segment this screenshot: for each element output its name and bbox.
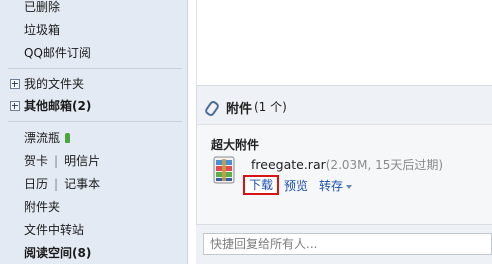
sidebar-item-file-transfer[interactable]: 文件中转站: [24, 221, 84, 239]
sidebar-divider: [8, 121, 182, 122]
save-to-link[interactable]: 转存: [319, 177, 353, 194]
sidebar-item-label: 附件夹: [24, 200, 61, 214]
attachment-count: (1 个): [254, 100, 287, 114]
sidebar-item-postcard[interactable]: 明信片: [64, 154, 100, 168]
sidebar-item-reading-space[interactable]: 阅读空间(8): [24, 244, 91, 262]
sidebar-item-label: 漂流瓶: [24, 131, 61, 145]
sidebar-item-cards: 贺卡 | 明信片: [24, 152, 100, 170]
sidebar-divider: [8, 68, 182, 69]
super-attachment-label: 超大附件: [211, 138, 260, 152]
file-name: freegate.rar: [251, 157, 326, 172]
preview-link[interactable]: 预览: [284, 177, 308, 194]
sidebar-item-deleted[interactable]: 已删除: [24, 0, 60, 16]
sidebar-item-notepad[interactable]: 记事本: [64, 177, 100, 191]
bottle-icon: [65, 132, 71, 143]
mail-body: [196, 0, 492, 85]
separator: |: [54, 154, 59, 168]
sidebar-item-attachment-folder[interactable]: 附件夹: [24, 198, 60, 216]
paperclip-icon: [203, 99, 221, 118]
sidebar-item-label: QQ邮件订阅: [24, 46, 91, 60]
expand-plus-icon[interactable]: [10, 78, 20, 89]
download-button[interactable]: 下载: [243, 175, 279, 195]
sidebar-item-greeting-card[interactable]: 贺卡: [24, 154, 48, 168]
sidebar-item-calendar-notes: 日历 | 记事本: [24, 175, 100, 193]
sidebar-item-label: 阅读空间(8): [24, 246, 92, 260]
sidebar-item-label: 我的文件夹: [24, 77, 85, 91]
sidebar-item-label: 文件中转站: [24, 223, 85, 237]
sidebar-item-drift-bottle[interactable]: 漂流瓶: [24, 129, 71, 147]
sidebar-item-trash[interactable]: 垃圾箱: [24, 21, 60, 39]
expand-plus-icon[interactable]: [10, 100, 20, 111]
separator: |: [54, 177, 59, 191]
attachment-header: 附件 (1 个): [197, 86, 492, 125]
sidebar-item-label: 已删除: [24, 0, 61, 14]
save-label: 转存: [319, 179, 344, 193]
sidebar-item-label: 垃圾箱: [24, 23, 61, 37]
chevron-down-icon: [346, 184, 353, 189]
attachment-title: 附件: [226, 102, 253, 117]
quick-reply-input[interactable]: [203, 233, 492, 255]
sidebar-item-other-mailboxes[interactable]: 其他邮箱(2): [10, 97, 91, 115]
sidebar: 已删除 垃圾箱 QQ邮件订阅 我的文件夹 其他邮箱(2) 漂流瓶 贺卡 | 明信片 …: [0, 0, 188, 264]
sidebar-item-calendar[interactable]: 日历: [24, 177, 48, 191]
rar-archive-icon: [213, 156, 235, 184]
sidebar-item-my-folders[interactable]: 我的文件夹: [10, 75, 84, 93]
file-meta: (2.03M, 15天后过期): [325, 158, 444, 172]
mail-content: 附件 (1 个) 超大附件 freegate.rar(2.03M, 15天后过期…: [188, 0, 492, 264]
sidebar-item-qq-subscribe[interactable]: QQ邮件订阅: [24, 44, 91, 62]
attachment-panel: 附件 (1 个) 超大附件 freegate.rar(2.03M, 15天后过期…: [196, 85, 492, 225]
sidebar-item-label: 其他邮箱(2): [24, 99, 92, 113]
attachment-filename[interactable]: freegate.rar(2.03M, 15天后过期): [251, 156, 443, 173]
